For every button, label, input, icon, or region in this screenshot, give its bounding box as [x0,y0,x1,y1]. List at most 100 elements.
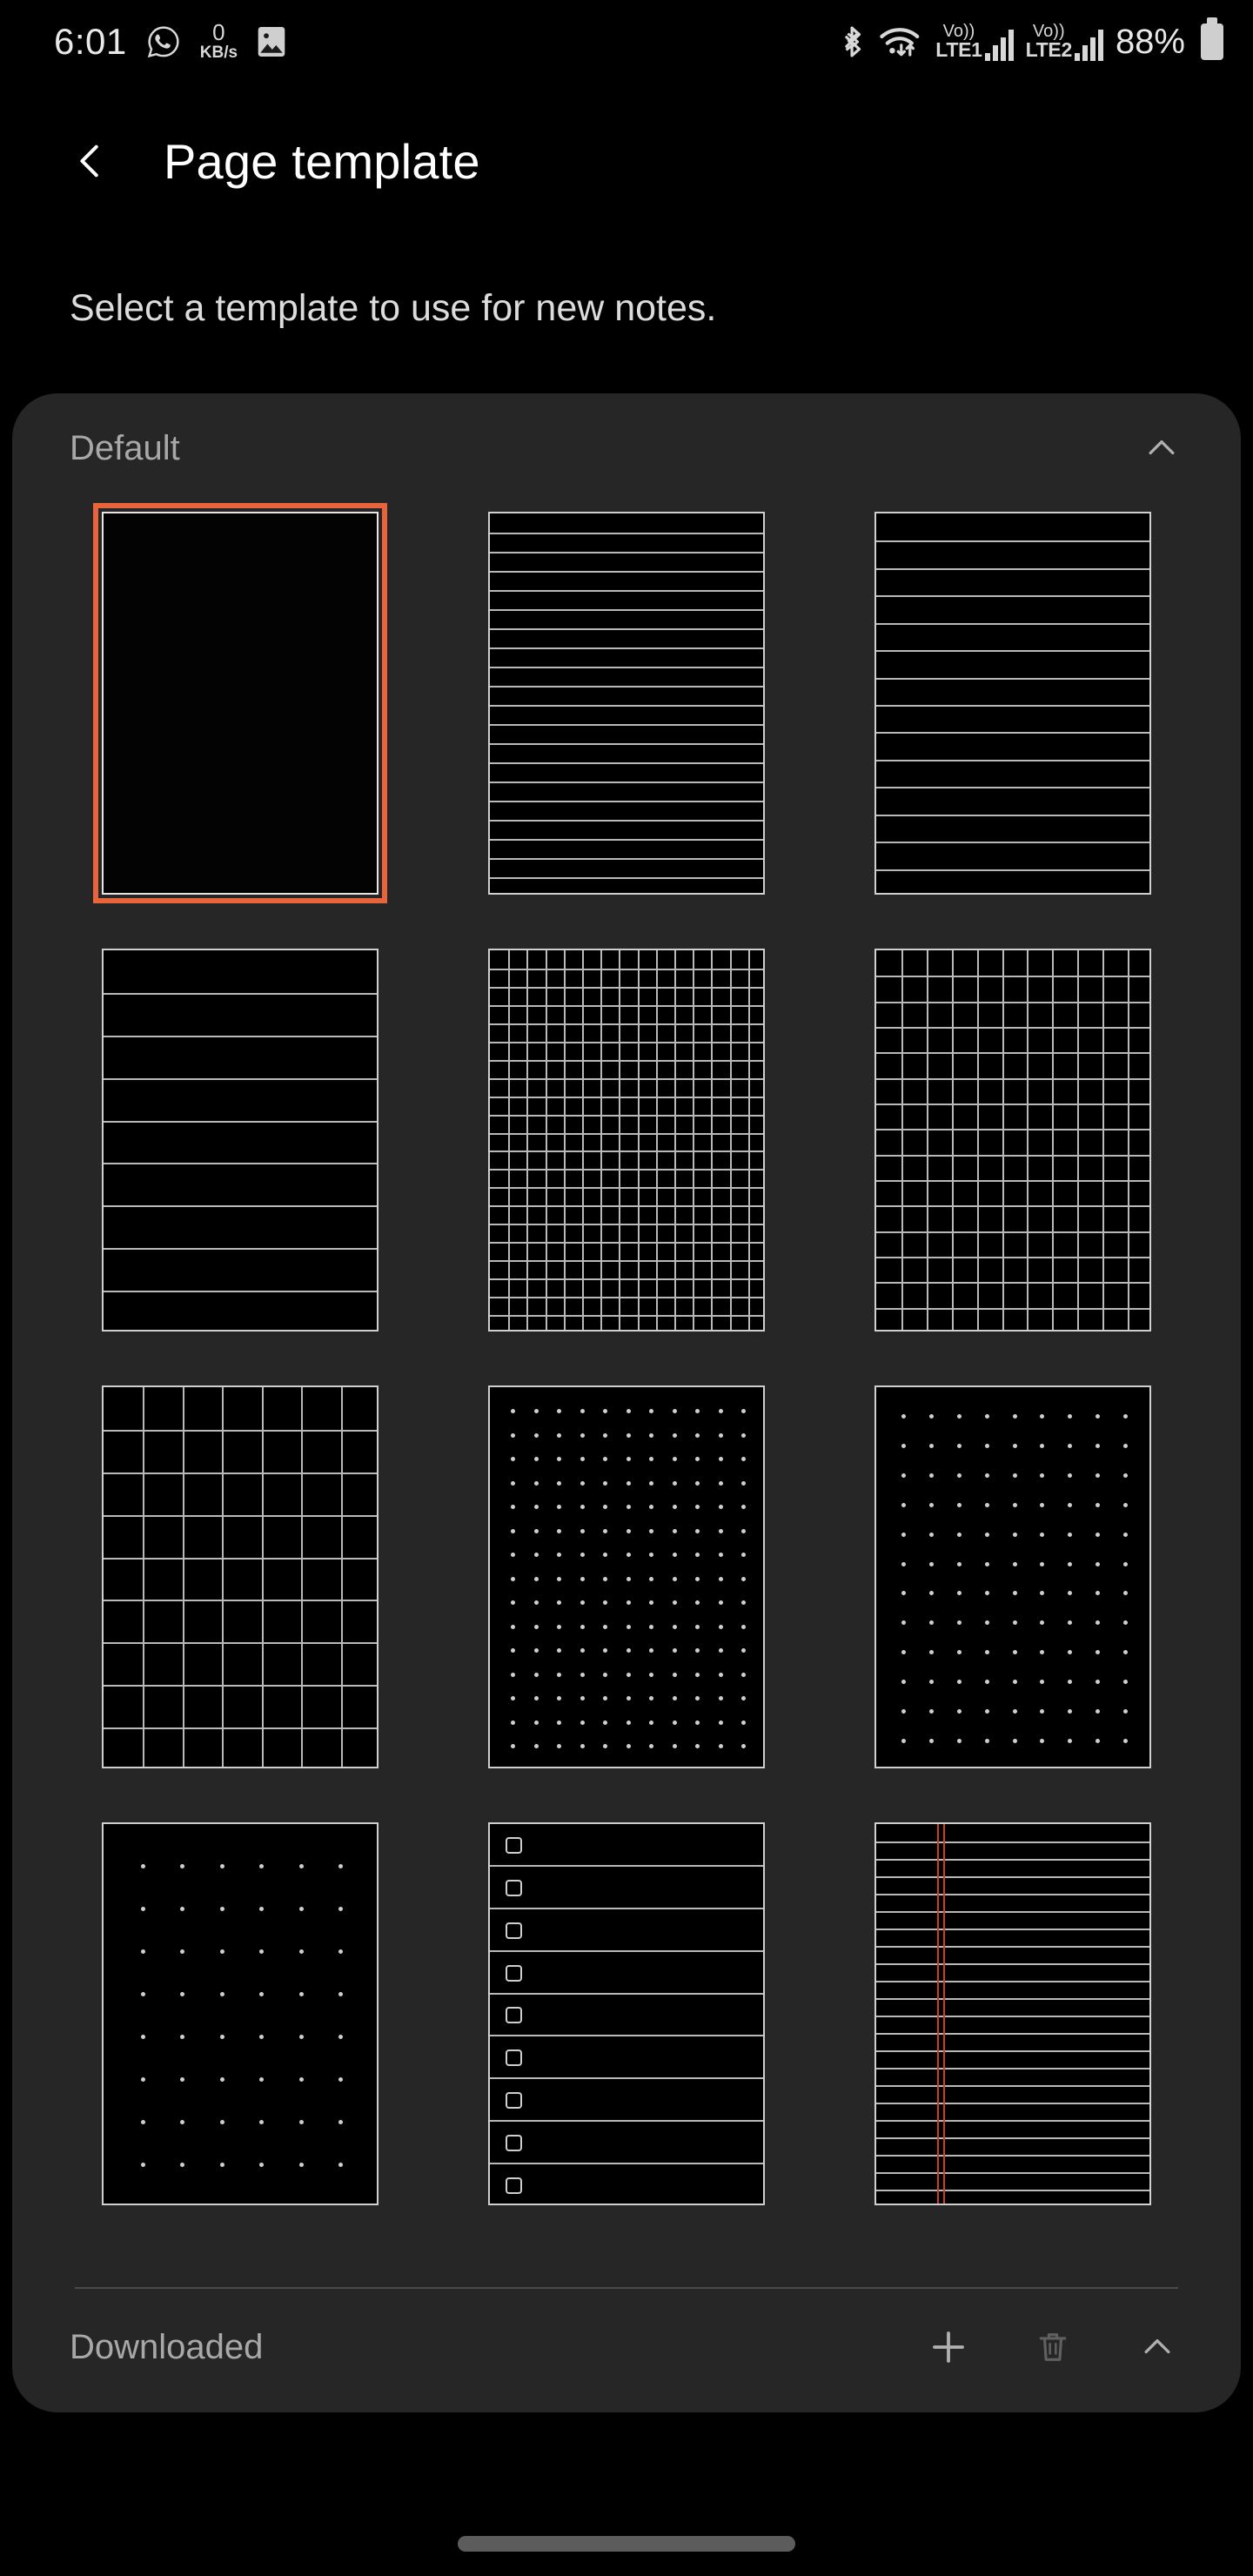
margin-rule-line [936,1824,939,2204]
checklist-row [490,1952,763,1995]
ruled-lines-pattern [490,513,763,893]
checkbox-icon [506,1964,522,1982]
template-preview [876,1824,1149,2204]
template-cell [483,1385,770,1768]
template-cell [97,1385,384,1768]
template-cell [869,1385,1156,1768]
checklist-row [490,1909,763,1952]
checkbox-icon [506,1836,522,1854]
checklist-row [490,1867,763,1909]
template-preview [104,1824,377,2204]
network-speed-indicator: 0 KB/s [200,21,238,61]
grid-pattern [490,950,763,1330]
network-speed-unit: KB/s [199,44,238,62]
large-dot-grid-template[interactable] [102,1822,379,2205]
battery-full-icon [1201,17,1223,60]
grid-pattern [876,950,1149,1330]
sim1-signal-indicator: Vo)) LTE1 [935,22,1014,62]
dot-grid-pattern [490,1387,763,1767]
delete-template-trash-icon[interactable] [1022,2316,1084,2378]
whatsapp-icon [146,24,181,59]
back-chevron-icon[interactable] [63,133,118,189]
sim2-signal-indicator: Vo)) LTE2 [1026,23,1103,61]
sim2-volte-label: Vo)) [1032,22,1065,42]
checklist-row [490,2164,763,2204]
template-cell [869,949,1156,1332]
downloaded-section-header[interactable]: Downloaded [12,2282,1241,2412]
template-preview [490,1824,763,2204]
template-cell [483,949,770,1332]
dot-grid-pattern [876,1387,1149,1767]
add-template-plus-icon[interactable] [917,2316,980,2378]
template-preview [490,1387,763,1767]
wide-ruled-template[interactable] [102,949,379,1332]
checkbox-icon [506,2135,522,2152]
sim1-signal-bars [984,29,1014,61]
narrow-ruled-template[interactable] [488,512,765,895]
downloaded-actions [917,2316,1189,2378]
margin-rule-line [942,1824,945,2204]
sim1-volte-label: Vo)) [942,22,975,42]
template-preview [490,513,763,893]
template-preview [490,950,763,1330]
sim2-signal-bars [1074,29,1103,61]
template-cell [869,512,1156,895]
checklist-pattern [490,1824,763,2204]
gallery-image-icon [257,25,286,58]
template-preview [104,950,377,1330]
template-preview [876,950,1149,1330]
downloaded-section-title: Downloaded [70,2327,264,2366]
home-indicator-pill[interactable] [458,2536,795,2552]
checklist-row [490,2122,763,2165]
template-cell [97,1822,384,2205]
blank-template[interactable] [93,503,387,903]
template-preview [102,512,379,895]
page-title: Page template [164,133,480,189]
medium-ruled-template[interactable] [874,512,1151,895]
app-header: Page template [0,104,1253,218]
grid-pattern [104,1387,377,1767]
checklist-row [490,2036,763,2080]
battery-percentage: 88% [1115,22,1185,61]
template-grid [12,503,1241,2205]
page-template-screen: 6:01 0 KB/s Vo)) LTE1 Vo)) LTE2 88% Page… [0,0,1253,2576]
checklist-row [490,2079,763,2123]
bluetooth-icon [840,23,866,60]
template-preview [104,1387,377,1767]
sim1-network-label: LTE1 [935,38,982,62]
default-section-chevron-up-icon[interactable] [1131,418,1192,479]
template-preview [876,513,1149,893]
checklist-row [490,1995,763,2037]
template-cell [869,1822,1156,2205]
ruled-lines-pattern [876,1824,1149,2204]
template-cell [97,949,384,1332]
default-section-header[interactable]: Default [12,393,1241,503]
network-speed-value: 0 [212,19,225,45]
ruled-with-margin-template[interactable] [874,1822,1151,2205]
checkbox-icon [506,1922,522,1939]
template-preview [876,1387,1149,1767]
dot-grid-pattern [104,1824,377,2204]
checkbox-icon [506,1879,522,1896]
checkbox-icon [506,2049,522,2067]
small-grid-template[interactable] [488,949,765,1332]
status-bar-left: 6:01 0 KB/s [54,21,286,63]
template-cell [483,512,770,895]
checkbox-icon [506,2092,522,2110]
checklist-row [490,1824,763,1867]
checkbox-icon [506,2007,522,2024]
sim2-network-label: LTE2 [1025,38,1073,62]
ruled-lines-pattern [876,513,1149,893]
checklist-template[interactable] [488,1822,765,2205]
wifi-data-transfer-icon [878,23,923,60]
status-bar-right: Vo)) LTE1 Vo)) LTE2 88% [840,17,1223,62]
downloaded-section-chevron-up-icon[interactable] [1126,2316,1189,2378]
status-bar-clock: 6:01 [54,21,127,62]
templates-card: Default Downloaded [12,393,1241,2412]
medium-dot-grid-template[interactable] [874,1385,1151,1768]
status-bar: 6:01 0 KB/s Vo)) LTE1 Vo)) LTE2 88% [0,0,1253,84]
small-dot-grid-template[interactable] [488,1385,765,1768]
large-grid-template[interactable] [102,1385,379,1768]
page-subtitle: Select a template to use for new notes. [70,287,717,329]
medium-grid-template[interactable] [874,949,1151,1332]
